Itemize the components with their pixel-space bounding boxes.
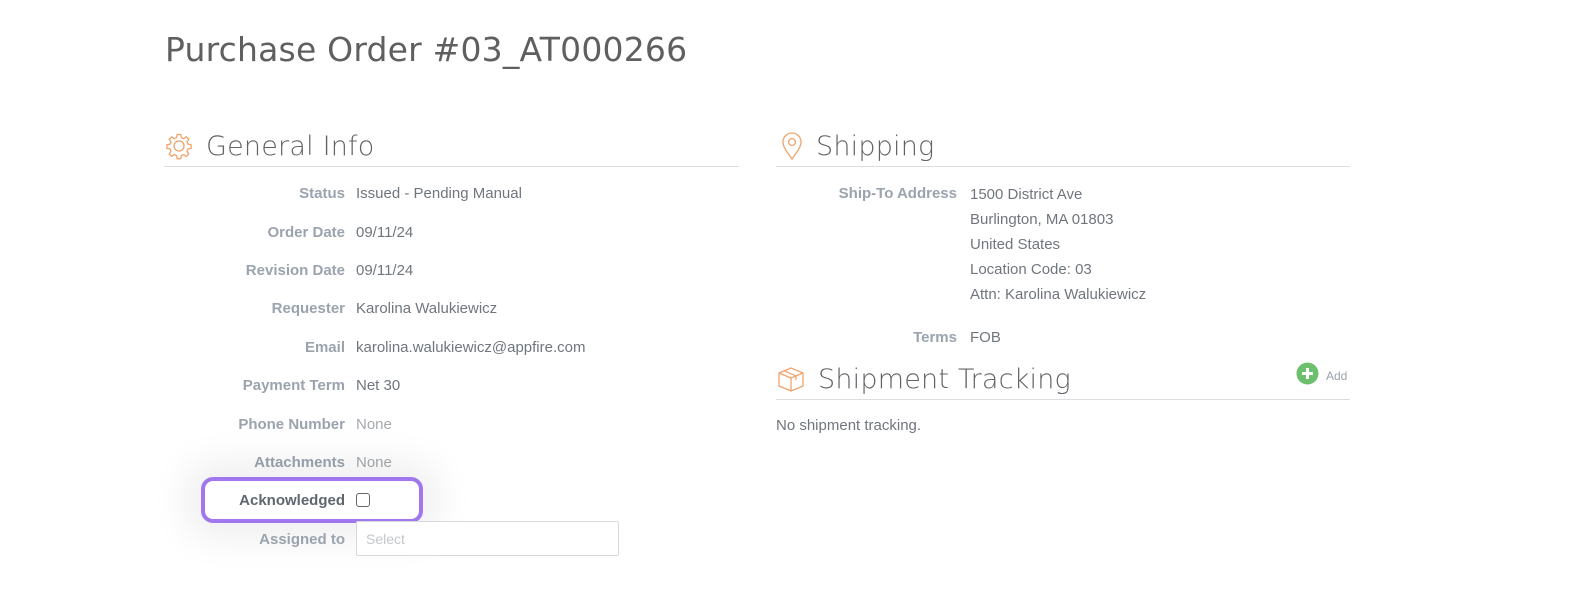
requester-value: Karolina Walukiewicz xyxy=(356,299,498,317)
email-value: karolina.walukiewicz@appfire.com xyxy=(356,338,586,356)
field-row-attachments: Attachments None xyxy=(164,452,392,472)
field-row-requester: Requester Karolina Walukiewicz xyxy=(164,298,498,318)
field-label: Acknowledged xyxy=(239,491,345,509)
add-tracking-button[interactable]: Add xyxy=(1296,362,1347,390)
field-label: Terms xyxy=(913,329,957,346)
gear-icon xyxy=(164,130,194,162)
payment-term-value: Net 30 xyxy=(356,376,401,394)
field-label: Revision Date xyxy=(245,261,345,279)
address-line: 1500 District Ave xyxy=(970,186,1083,203)
field-row-acknowledged: Acknowledged xyxy=(164,490,370,510)
field-row-order-date: Order Date 09/11/24 xyxy=(164,222,413,242)
no-tracking-message: No shipment tracking. xyxy=(776,417,922,434)
ship-to-address-row: Ship-To Address 1500 District Ave Burlin… xyxy=(776,182,1147,307)
field-row-payment-term: Payment Term Net 30 xyxy=(164,375,400,395)
field-label: Payment Term xyxy=(242,376,345,394)
phone-number-value: None xyxy=(356,415,392,433)
assigned-to-select[interactable]: Select xyxy=(356,521,619,556)
field-label: Attachments xyxy=(254,453,345,471)
field-label: Requester xyxy=(271,299,345,317)
plus-circle-icon xyxy=(1296,362,1319,390)
general-info-header: General Info xyxy=(164,126,739,167)
field-row-phone-number: Phone Number None xyxy=(164,414,392,434)
order-date-value: 09/11/24 xyxy=(356,223,414,241)
shipping-header: Shipping xyxy=(776,126,1350,167)
page-title: Purchase Order #03_AT000266 xyxy=(165,30,688,69)
terms-value: FOB xyxy=(970,329,1001,346)
field-label: Phone Number xyxy=(238,415,345,433)
field-label: Ship-To Address xyxy=(838,185,957,202)
shipment-tracking-header: Shipment Tracking xyxy=(776,359,1350,400)
attachments-value: None xyxy=(356,453,392,471)
general-info-title: General Info xyxy=(206,130,375,162)
field-label: Email xyxy=(304,338,345,356)
field-row-status: Status Issued - Pending Manual xyxy=(164,183,522,203)
address-line: Location Code: 03 xyxy=(970,261,1092,278)
status-value: Issued - Pending Manual xyxy=(356,184,522,202)
field-row-revision-date: Revision Date 09/11/24 xyxy=(164,260,413,280)
add-label: Add xyxy=(1326,369,1348,383)
address-line: United States xyxy=(970,236,1061,253)
field-row-email: Email karolina.walukiewicz@appfire.com xyxy=(164,337,586,357)
field-label: Assigned to xyxy=(259,530,345,548)
revision-date-value: 09/11/24 xyxy=(356,261,414,279)
ship-to-address: 1500 District Ave Burlington, MA 01803 U… xyxy=(970,182,1146,307)
field-row-assigned-to: Assigned to xyxy=(164,529,356,549)
package-icon xyxy=(776,363,806,395)
shipping-title: Shipping xyxy=(816,130,935,162)
shipment-tracking-title: Shipment Tracking xyxy=(818,363,1071,395)
acknowledged-checkbox[interactable] xyxy=(356,493,370,507)
address-line: Burlington, MA 01803 xyxy=(970,211,1114,228)
address-line: Attn: Karolina Walukiewicz xyxy=(970,286,1147,303)
terms-row: Terms FOB xyxy=(776,329,1001,346)
field-label: Order Date xyxy=(267,223,345,241)
field-label: Status xyxy=(299,184,345,202)
map-pin-icon xyxy=(776,130,806,162)
